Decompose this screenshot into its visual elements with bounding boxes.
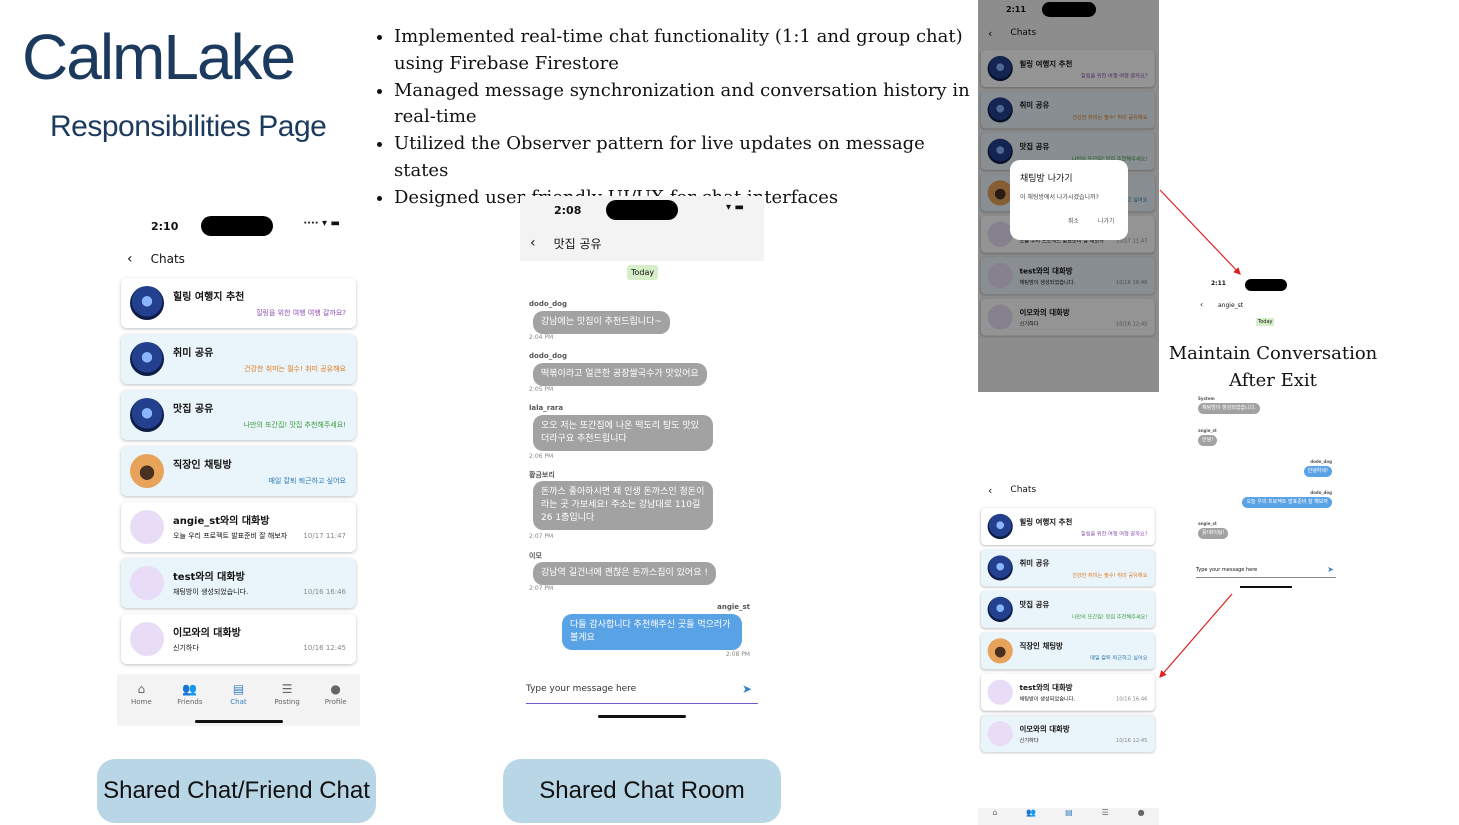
back-icon[interactable]: ‹ [988,484,992,497]
room-description: 나만의 또간집! 맛집 추천해주세요! [1071,613,1148,620]
message-bubble: 웅!화이팅! [1198,528,1229,539]
my-message-bubble: 오늘 우리 프로젝트 발표준비 잘 해보자 [1242,497,1332,508]
send-icon[interactable]: ➤ [1327,565,1334,574]
sender-name: dodo_dog [1310,490,1332,495]
timestamp: 10/16 16:46 [1115,695,1148,702]
timestamp: 10/16 12:45 [1115,737,1148,744]
avatar [987,721,1013,747]
profile-icon[interactable]: ● [1138,808,1145,825]
list-icon[interactable]: ☰ [1102,808,1109,825]
avatar [987,638,1013,664]
exit-caption: Maintain Conversation After Exit [1168,343,1378,391]
friends-icon[interactable]: 👥 [1026,808,1036,825]
friend-chat-item[interactable]: 이모와의 대화방신기하다 10/16 12:45 [980,715,1155,753]
arrow-to-list [1159,593,1233,678]
back-icon[interactable]: ‹ [1200,300,1203,309]
home-icon[interactable]: ⌂ [992,808,997,825]
friend-chat-item[interactable]: test와의 대화방채팅방이 생성되었습니다. 10/16 16:46 [980,673,1155,711]
status-time: 2:11 [1211,280,1226,287]
sender-name: System [1198,396,1215,401]
sender-name: dodo_dog [1310,459,1332,464]
room-title: 힐링 여행지 추천 [1019,518,1073,527]
sender-name: angie_st [1198,428,1217,433]
room-title: 이모와의 대화방 [1019,725,1070,734]
avatar [987,679,1013,705]
chat-room-item[interactable]: 힐링 여행지 추천힐링을 위한 여행 여행 갈까요? [980,508,1155,545]
after-exit-list: ‹ Chats 힐링 여행지 추천힐링을 위한 여행 여행 갈까요? 취미 공유건… [978,478,1159,825]
room-description: 매일 칼퇴 퇴근하고 싶어요 [1090,655,1148,662]
header-title: Chats [1010,485,1037,495]
dynamic-island [1245,279,1287,291]
room-description: 힐링을 위한 여행 여행 갈까요? [1080,530,1148,537]
room-title: test와의 대화방 [1019,684,1073,693]
last-message: 채팅방이 생성되었습니다. [1019,695,1076,702]
date-chip: Today [1256,318,1275,326]
chat-room-item[interactable]: 직장인 채팅방매일 칼퇴 퇴근하고 싶어요 [980,632,1155,670]
last-message: 신기하다 [1019,737,1039,744]
chat-icon[interactable]: ▤ [1065,808,1073,825]
chat-room-item[interactable]: 취미 공유건강한 취미는 필수! 취미 공유해요 [980,549,1155,587]
bottom-nav: ⌂ 👥 ▤ ☰ ● [978,808,1159,825]
arrow-to-room [1159,189,1241,275]
message-input[interactable]: Type your message here ➤ [1196,564,1336,578]
message-bubble: 채팅방이 생성되었습니다. [1198,403,1260,414]
input-placeholder: Type your message here [1196,567,1258,573]
room-title: 직장인 채팅방 [1019,642,1063,651]
chat-room-item[interactable]: 맛집 공유나만의 또간집! 맛집 추천해주세요! [980,590,1155,628]
room-title: 맛집 공유 [1019,601,1050,610]
room-description: 건강한 취미는 필수! 취미 공유해요 [1072,572,1148,579]
avatar [987,513,1013,540]
home-indicator [1240,586,1292,588]
after-exit-messages: System 채팅방이 생성되었습니다. angie_st 안녕! dodo_d… [1190,396,1340,596]
avatar [987,596,1013,622]
avatar [987,555,1013,581]
room-title: 취미 공유 [1019,559,1050,568]
message-bubble: 안녕! [1198,435,1218,446]
sender-name: angie_st [1198,521,1217,526]
room-title: angie_st [1218,302,1244,309]
my-message-bubble: 안녕하세! [1303,466,1332,477]
